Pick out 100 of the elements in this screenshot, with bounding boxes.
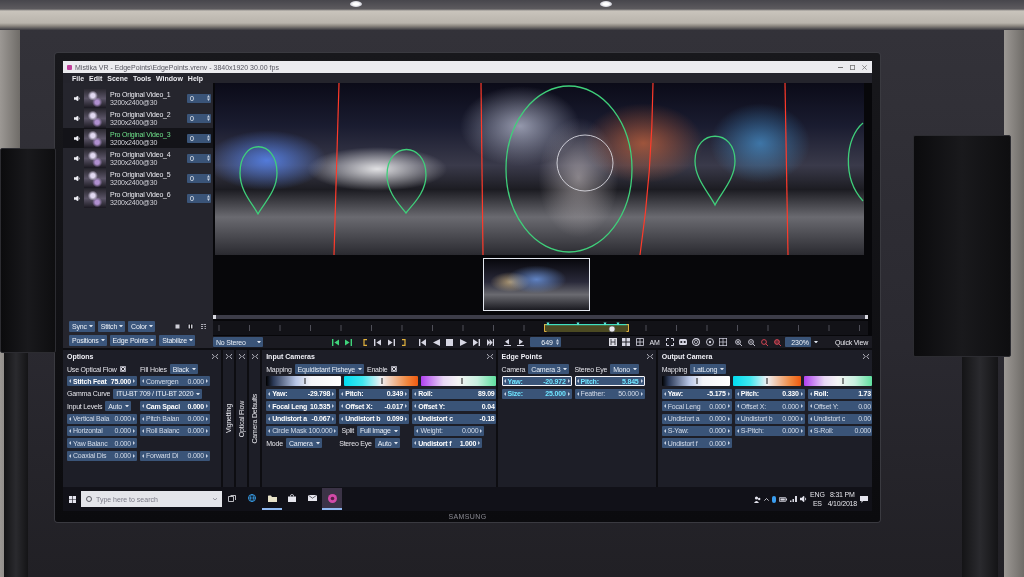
color-slider[interactable]: [661, 376, 730, 387]
caret-icon[interactable]: [814, 340, 819, 344]
decrement-arrow-icon: [736, 416, 739, 421]
quad-view-icon[interactable]: [635, 338, 644, 346]
step-back-icon[interactable]: [432, 338, 440, 346]
checkbox[interactable]: [390, 366, 397, 372]
increment-arrow-icon: [640, 391, 643, 396]
zoom-out-icon[interactable]: [748, 338, 756, 346]
play-icon[interactable]: [459, 338, 467, 346]
grid-icon[interactable]: [622, 338, 631, 346]
step-forward-icon[interactable]: [473, 338, 481, 346]
camera-boundary-outline: [239, 146, 278, 215]
color-slider[interactable]: [343, 376, 419, 387]
chevron-down-icon: [213, 497, 217, 501]
increment-arrow-icon: [478, 441, 481, 446]
increment-arrow-icon: [727, 416, 730, 421]
magnifier-icon[interactable]: [774, 338, 782, 346]
mark-out-icon[interactable]: [345, 338, 352, 346]
last-frame-icon[interactable]: [486, 338, 494, 346]
decrement-arrow-icon: [663, 441, 666, 446]
caret-icon: [315, 442, 320, 445]
decrement-arrow-icon: [736, 404, 739, 409]
envelope-icon: [307, 495, 317, 501]
speaker-icon[interactable]: [74, 155, 80, 161]
minimize-icon[interactable]: [838, 66, 843, 68]
checkbox[interactable]: [119, 366, 126, 372]
decrement-arrow-icon: [69, 453, 71, 458]
in-bracket-icon[interactable]: [363, 338, 367, 346]
speaker-icon[interactable]: [74, 135, 80, 141]
decrement-arrow-icon: [142, 416, 144, 421]
playhead-icon[interactable]: [608, 325, 616, 333]
increment-arrow-icon: [800, 404, 803, 409]
collapse-icon[interactable]: [212, 353, 219, 359]
go-to-out-icon[interactable]: [388, 338, 395, 346]
app-icon: [327, 493, 337, 503]
collapse-icon[interactable]: [225, 354, 232, 359]
taskbar-button[interactable]: [322, 488, 342, 510]
ring-icon[interactable]: [692, 338, 701, 346]
keyframe-marker: [576, 322, 580, 326]
previous-keyframe-icon[interactable]: [503, 338, 511, 346]
collapse-icon[interactable]: [646, 353, 653, 359]
list-pane-icon[interactable]: [200, 322, 207, 330]
chevron-up-icon[interactable]: [764, 497, 770, 501]
increment-arrow-icon: [405, 404, 408, 409]
people-icon[interactable]: [754, 495, 762, 503]
close-icon[interactable]: [862, 64, 867, 70]
pill-icon[interactable]: [772, 495, 777, 503]
decrement-arrow-icon: [69, 441, 71, 446]
keyframe-marker: [616, 322, 620, 326]
out-bracket-icon[interactable]: [402, 338, 406, 346]
increment-arrow-icon: [206, 428, 208, 433]
color-slider[interactable]: [732, 376, 801, 387]
decrement-arrow-icon: [268, 416, 271, 421]
first-frame-icon[interactable]: [419, 338, 426, 346]
increment-arrow-icon: [133, 441, 135, 446]
decrement-arrow-icon: [503, 391, 506, 396]
increment-arrow-icon: [133, 379, 135, 384]
go-to-in-icon[interactable]: [374, 338, 381, 346]
collapse-icon[interactable]: [251, 354, 258, 359]
speaker-icon[interactable]: [74, 95, 80, 101]
split-pane-icon[interactable]: [187, 322, 194, 330]
collapse-icon[interactable]: [863, 353, 869, 359]
signal-icon[interactable]: [790, 496, 798, 502]
color-slider[interactable]: [266, 376, 341, 387]
volume-icon[interactable]: [800, 496, 808, 502]
caret-icon: [196, 392, 201, 396]
magnifier-icon[interactable]: [761, 338, 769, 346]
caret-icon: [394, 442, 399, 445]
single-pane-icon[interactable]: [174, 322, 181, 330]
speaker-icon[interactable]: [74, 115, 80, 121]
spin-arrows-icon: [207, 175, 210, 181]
frame-layout-icon[interactable]: [608, 338, 617, 346]
stop-icon[interactable]: [446, 338, 454, 346]
maximize-icon[interactable]: [850, 64, 855, 70]
decrement-arrow-icon: [809, 416, 812, 421]
target-icon[interactable]: [705, 338, 714, 346]
notification-icon[interactable]: [860, 495, 868, 503]
collapse-icon[interactable]: [486, 353, 493, 359]
speaker-icon[interactable]: [74, 195, 80, 201]
fullscreen-icon[interactable]: [665, 338, 674, 346]
color-slider[interactable]: [421, 376, 496, 387]
camera-boundary-outline: [694, 135, 736, 206]
decrement-arrow-icon: [341, 404, 344, 409]
spin-arrows-icon: [555, 339, 559, 345]
vr-headset-icon[interactable]: [678, 339, 687, 345]
decrement-arrow-icon: [809, 428, 812, 433]
increment-arrow-icon: [206, 379, 208, 384]
battery-icon[interactable]: [779, 496, 788, 502]
color-slider[interactable]: [803, 376, 872, 387]
speaker-icon[interactable]: [74, 175, 80, 181]
decrement-arrow-icon: [142, 428, 144, 433]
next-keyframe-icon[interactable]: [516, 338, 524, 346]
start-icon[interactable]: [69, 495, 76, 503]
spin-arrows-icon: [207, 155, 210, 161]
collapse-icon[interactable]: [238, 354, 245, 359]
ceiling-light: [350, 1, 362, 7]
increment-arrow-icon: [133, 416, 135, 421]
mark-in-icon[interactable]: [332, 338, 339, 346]
zoom-in-icon[interactable]: [735, 338, 743, 346]
grid-icon[interactable]: [719, 338, 728, 346]
